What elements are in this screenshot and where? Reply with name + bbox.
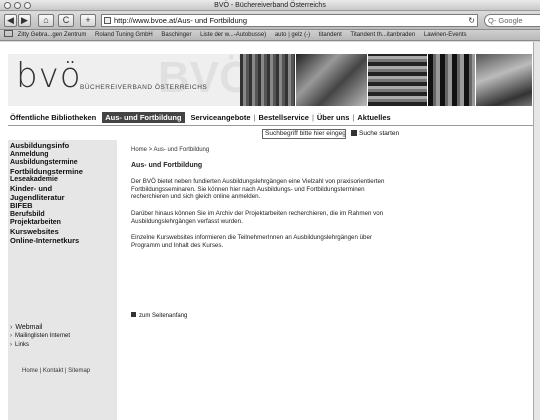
content-paragraph: Der BVÖ bietet neben fundierten Ausbildu… [131, 178, 385, 201]
sidebar-item-online-internetkurs[interactable]: Online-Internetkurs [10, 236, 83, 246]
browser-toolbar: ◀ ▶ ⌂ C + http://www.bvoe.at/Aus- und Fo… [0, 11, 540, 30]
nav-item-aktuelles[interactable]: Aktuelles [357, 113, 390, 122]
main-content: Home > Aus- und Fortbildung Aus- und For… [131, 147, 401, 249]
back-to-top-label: zum Seitenanfang [139, 313, 188, 319]
forward-icon: ▶ [21, 15, 28, 25]
site-logo-subtitle: BÜCHEREIVERBAND ÖSTERREICHS [80, 84, 208, 91]
home-button[interactable]: ⌂ [38, 14, 54, 27]
nav-item-serviceangebote[interactable]: Serviceangebote [191, 113, 251, 122]
sidebar-item-bifeb[interactable]: BIFEB [10, 202, 83, 211]
forward-button[interactable]: ▶ [18, 14, 31, 27]
window-titlebar: BVÖ - Büchereiverband Österreichs [0, 0, 540, 11]
url-field[interactable]: http://www.bvoe.at/Aus- und Fortbildung … [101, 14, 478, 27]
bookmark-item[interactable]: Baschinger [161, 32, 191, 38]
bookmarks-bar: Zitty Gebra...gen Zentrum Roland Tuning … [0, 30, 540, 41]
window-controls[interactable] [4, 2, 31, 9]
page-icon [104, 17, 111, 24]
breadcrumb[interactable]: Home > Aus- und Fortbildung [131, 147, 401, 155]
bookmark-item[interactable]: Liste der w...-Autobusse) [200, 32, 266, 38]
reload-icon: C [62, 15, 70, 25]
nav-item-bestellservice[interactable]: Bestellservice [258, 113, 308, 122]
site-header: BVÖ bvö BÜCHEREIVERBAND ÖSTERREICHS [8, 54, 533, 106]
home-icon: ⌂ [43, 15, 49, 25]
site-search-button[interactable]: Suche starten [351, 130, 399, 138]
nav-item-oeffentliche-bibliotheken[interactable]: Öffentliche Bibliotheken [10, 113, 96, 122]
content-paragraph: Darüber hinaus können Sie im Archiv der … [131, 209, 384, 225]
add-bookmark-button[interactable]: + [80, 14, 96, 27]
site-search-placeholder: Suchbegriff bitte hier eingeg [265, 130, 346, 137]
bookmark-item[interactable]: Roland Tuning GmbH [95, 32, 153, 38]
nav-divider [8, 125, 533, 126]
url-text: http://www.bvoe.at/Aus- und Fortbildung [114, 16, 247, 25]
zoom-window-button[interactable] [24, 2, 31, 9]
link-mailinglisten[interactable]: Mailinglisten Internet [10, 332, 70, 340]
search-square-icon [351, 130, 357, 136]
sidebar: Ausbildungsinfo Anmeldung Ausbildungster… [8, 140, 117, 420]
sidebar-item-anmeldung[interactable]: Anmeldung [10, 151, 83, 160]
google-search-field[interactable]: Q- Google [484, 14, 540, 27]
bookmark-item[interactable]: titandent [319, 32, 342, 38]
header-photo [476, 54, 533, 106]
back-to-top-link[interactable]: zum Seitenanfang [131, 312, 187, 319]
nav-separator: | [352, 113, 355, 122]
nav-item-ueber-uns[interactable]: Über uns [317, 113, 350, 122]
header-photo [240, 54, 296, 106]
main-navigation: Öffentliche Bibliotheken Aus- und Fortbi… [10, 112, 391, 123]
bookmark-item[interactable]: auto | gelz (-) [275, 32, 310, 38]
content-paragraph: Einzelne Kurswebsites informieren die Te… [131, 234, 373, 249]
page-viewport: BVÖ bvö BÜCHEREIVERBAND ÖSTERREICHS Öffe… [0, 42, 533, 420]
bookmark-item[interactable]: Lawinen-Events [424, 32, 467, 38]
bookmark-item[interactable]: Titandent th...itanbraden [350, 32, 415, 38]
vertical-scrollbar[interactable] [533, 42, 540, 420]
back-button[interactable]: ◀ [4, 14, 17, 27]
page-title: Aus- und Fortbildung [131, 161, 203, 169]
sidebar-menu: Ausbildungsinfo Anmeldung Ausbildungster… [10, 141, 83, 246]
sidebar-footer-links[interactable]: Home | Kontakt | Sitemap [22, 368, 90, 374]
header-photo-strip [240, 54, 533, 106]
sidebar-item-berufsbild[interactable]: Berufsbild [10, 211, 83, 220]
nav-separator: | [311, 113, 314, 122]
nav-item-aus-und-fortbildung[interactable]: Aus- und Fortbildung [102, 112, 185, 123]
site-search-button-label: Suche starten [359, 130, 400, 137]
url-reload-icon[interactable]: ↻ [468, 15, 475, 26]
bookmarks-book-icon[interactable] [4, 30, 13, 37]
plus-icon: + [85, 15, 91, 25]
site-logo[interactable]: bvö [16, 58, 82, 94]
header-photo [296, 54, 368, 106]
back-to-top-square-icon [131, 312, 136, 317]
close-window-button[interactable] [4, 2, 11, 9]
sidebar-item-ausbildungsinfo[interactable]: Ausbildungsinfo [10, 141, 83, 151]
link-webmail[interactable]: Webmail [10, 324, 70, 332]
nav-separator: | [253, 113, 256, 122]
header-photo [368, 54, 428, 106]
sidebar-item-fortbildungstermine[interactable]: Fortbildungstermine [10, 167, 83, 177]
site-search-input[interactable]: Suchbegriff bitte hier eingeg [262, 129, 346, 139]
bookmark-item[interactable]: Zitty Gebra...gen Zentrum [18, 32, 87, 38]
header-photo [428, 54, 476, 106]
back-icon: ◀ [7, 15, 14, 25]
reload-button[interactable]: C [58, 14, 74, 27]
minimize-window-button[interactable] [14, 2, 21, 9]
sidebar-external-links: Webmail Mailinglisten Internet Links [10, 324, 70, 349]
link-links[interactable]: Links [10, 341, 70, 349]
window-title: BVÖ - Büchereiverband Österreichs [214, 2, 326, 9]
google-search-placeholder: Q- Google [488, 16, 523, 25]
